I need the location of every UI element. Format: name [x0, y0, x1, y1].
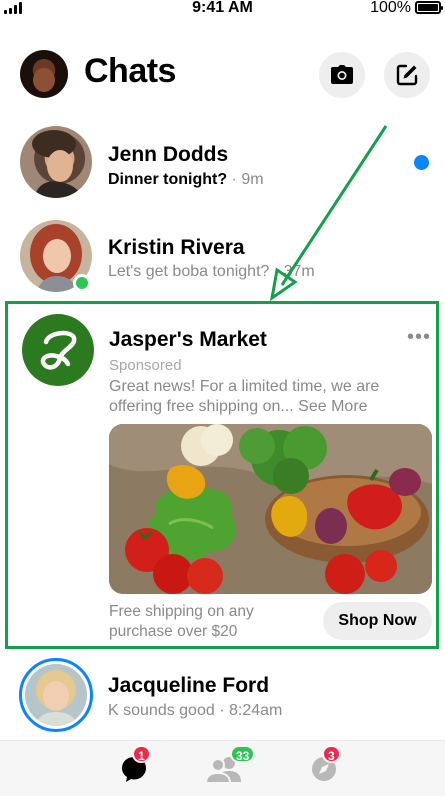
battery-icon [415, 1, 443, 14]
message-time: 8:24am [228, 702, 283, 719]
ad-body-text: Great news! For a limited time, we are o… [109, 378, 380, 415]
tab-chats[interactable]: 1 [110, 745, 158, 789]
ad-footer-text: Free shipping on any purchase over $20 [109, 603, 254, 640]
tab-bar: 1 33 3 [0, 740, 445, 796]
advertiser-name: Jasper's Market [109, 328, 267, 351]
chat-row[interactable]: Jenn Dodds Dinner tonight? · 9m [0, 118, 445, 208]
more-options-icon[interactable]: ••• [407, 327, 431, 347]
compose-icon [396, 64, 418, 86]
page-title: Chats [84, 52, 176, 90]
online-indicator [73, 274, 91, 292]
battery-percentage: 100% [370, 0, 411, 16]
last-message: K sounds good · 8:24am [108, 702, 283, 719]
avatar [20, 126, 92, 198]
discover-count-badge: 3 [322, 745, 341, 763]
unread-count-badge: 1 [132, 745, 151, 763]
chat-row[interactable]: Kristin Rivera Let's get boba tonight? ·… [0, 210, 445, 300]
advertiser-logo [22, 314, 94, 386]
header: Chats [0, 46, 445, 106]
see-more-link[interactable]: See More [298, 398, 367, 415]
compose-button[interactable] [384, 52, 430, 98]
profile-avatar[interactable] [20, 50, 68, 98]
ad-image[interactable] [109, 424, 432, 594]
contact-name: Kristin Rivera [108, 236, 245, 259]
sponsored-label: Sponsored [109, 357, 182, 374]
message-time: 37m [283, 263, 315, 280]
contact-name: Jenn Dodds [108, 143, 229, 166]
tab-discover[interactable]: 3 [300, 745, 348, 789]
unread-indicator [414, 155, 429, 170]
chat-row[interactable]: Jacqueline Ford K sounds good · 8:24am [0, 652, 445, 742]
avatar [19, 658, 93, 732]
tab-people[interactable]: 33 [200, 745, 256, 789]
message-time: 9m [241, 171, 264, 188]
camera-button[interactable] [319, 52, 365, 98]
last-message: Dinner tonight? · 9m [108, 171, 264, 188]
shop-now-button[interactable]: Shop Now [323, 602, 432, 640]
status-bar: 9:41 AM 100% [0, 0, 445, 18]
sponsored-message[interactable]: Jasper's Market ••• Sponsored Great news… [5, 301, 439, 649]
contact-name: Jacqueline Ford [108, 674, 270, 697]
active-count-badge: 33 [230, 745, 256, 763]
camera-icon [331, 65, 353, 84]
last-message: Let's get boba tonight? · 37m [108, 263, 315, 280]
